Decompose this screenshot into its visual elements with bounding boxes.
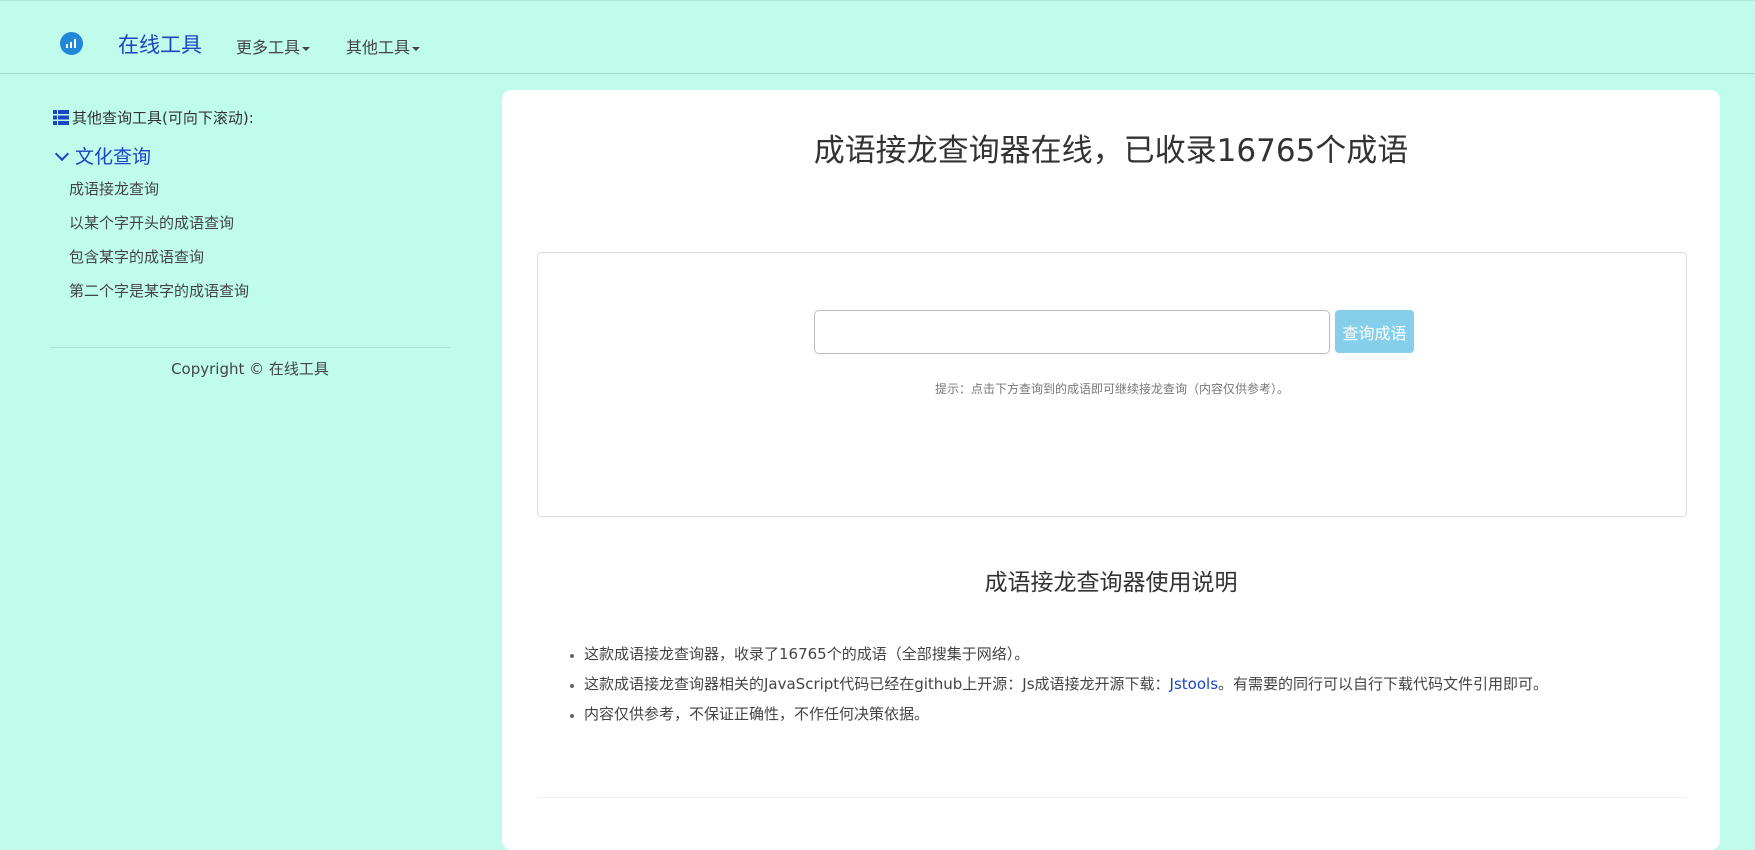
category-culture-query[interactable]: 文化查询: [53, 142, 151, 169]
nav-dropdown-more-tools[interactable]: 更多工具: [236, 34, 311, 58]
sidebar-link-idiom-chain[interactable]: 成语接龙查询: [69, 178, 159, 199]
usage-notes-list: 这款成语接龙查询器，收录了16765个的成语（全部搜集于网络）。 这款成语接龙查…: [567, 643, 1548, 733]
list-item: 这款成语接龙查询器相关的JavaScript代码已经在github上开源：Js成…: [584, 673, 1548, 703]
note-text: 这款成语接龙查询器相关的JavaScript代码已经在github上开源：Js成…: [584, 675, 1170, 693]
idiom-search-input[interactable]: [814, 310, 1330, 354]
query-panel: 查询成语 提示：点击下方查询到的成语即可继续接龙查询（内容仅供参考）。: [537, 252, 1687, 517]
nav-dropdown-other-tools[interactable]: 其他工具: [346, 34, 421, 58]
list-item: 内容仅供参考，不保证正确性，不作任何决策依据。: [584, 703, 1548, 733]
page-title: 成语接龙查询器在线，已收录16765个成语: [813, 133, 1409, 169]
nav-dropdown-label: 更多工具: [236, 38, 301, 57]
nav-dropdown-label: 其他工具: [346, 38, 411, 57]
brand-link[interactable]: 在线工具: [118, 29, 202, 59]
category-label: 文化查询: [75, 146, 152, 168]
query-idiom-button[interactable]: 查询成语: [1335, 310, 1414, 353]
list-icon: [53, 110, 69, 125]
list-item: 这款成语接龙查询器，收录了16765个的成语（全部搜集于网络）。: [584, 643, 1548, 673]
hint-text: 提示：点击下方查询到的成语即可继续接龙查询（内容仅供参考）。: [934, 382, 1289, 396]
jstools-link[interactable]: Jstools: [1170, 675, 1218, 693]
sidebar-link-second-char[interactable]: 第二个字是某字的成语查询: [69, 280, 249, 301]
chart-logo-icon[interactable]: [60, 32, 83, 55]
caret-down-icon: [412, 46, 421, 51]
note-text: 内容仅供参考，不保证正确性，不作任何决策依据。: [584, 705, 930, 723]
copyright-text: Copyright © 在线工具: [171, 360, 329, 378]
sidebar-heading-label: 其他查询工具(可向下滚动):: [72, 109, 254, 127]
sidebar-link-contains[interactable]: 包含某字的成语查询: [69, 246, 204, 267]
sidebar-heading: 其他查询工具(可向下滚动):: [53, 107, 254, 128]
note-text: 这款成语接龙查询器，收录了16765个的成语（全部搜集于网络）。: [584, 645, 1030, 663]
sidebar-divider: [50, 347, 450, 348]
card-divider: [537, 797, 1687, 798]
caret-down-icon: [302, 46, 311, 51]
sidebar-link-starts-with[interactable]: 以某个字开头的成语查询: [69, 212, 234, 233]
main-card: 成语接龙查询器在线，已收录16765个成语 查询成语 提示：点击下方查询到的成语…: [502, 90, 1720, 850]
usage-section-title: 成语接龙查询器使用说明: [984, 570, 1238, 596]
note-text: 。有需要的同行可以自行下载代码文件引用即可。: [1218, 675, 1549, 693]
chevron-down-icon: [54, 146, 70, 162]
top-navbar: 在线工具 更多工具 其他工具: [0, 0, 1755, 74]
